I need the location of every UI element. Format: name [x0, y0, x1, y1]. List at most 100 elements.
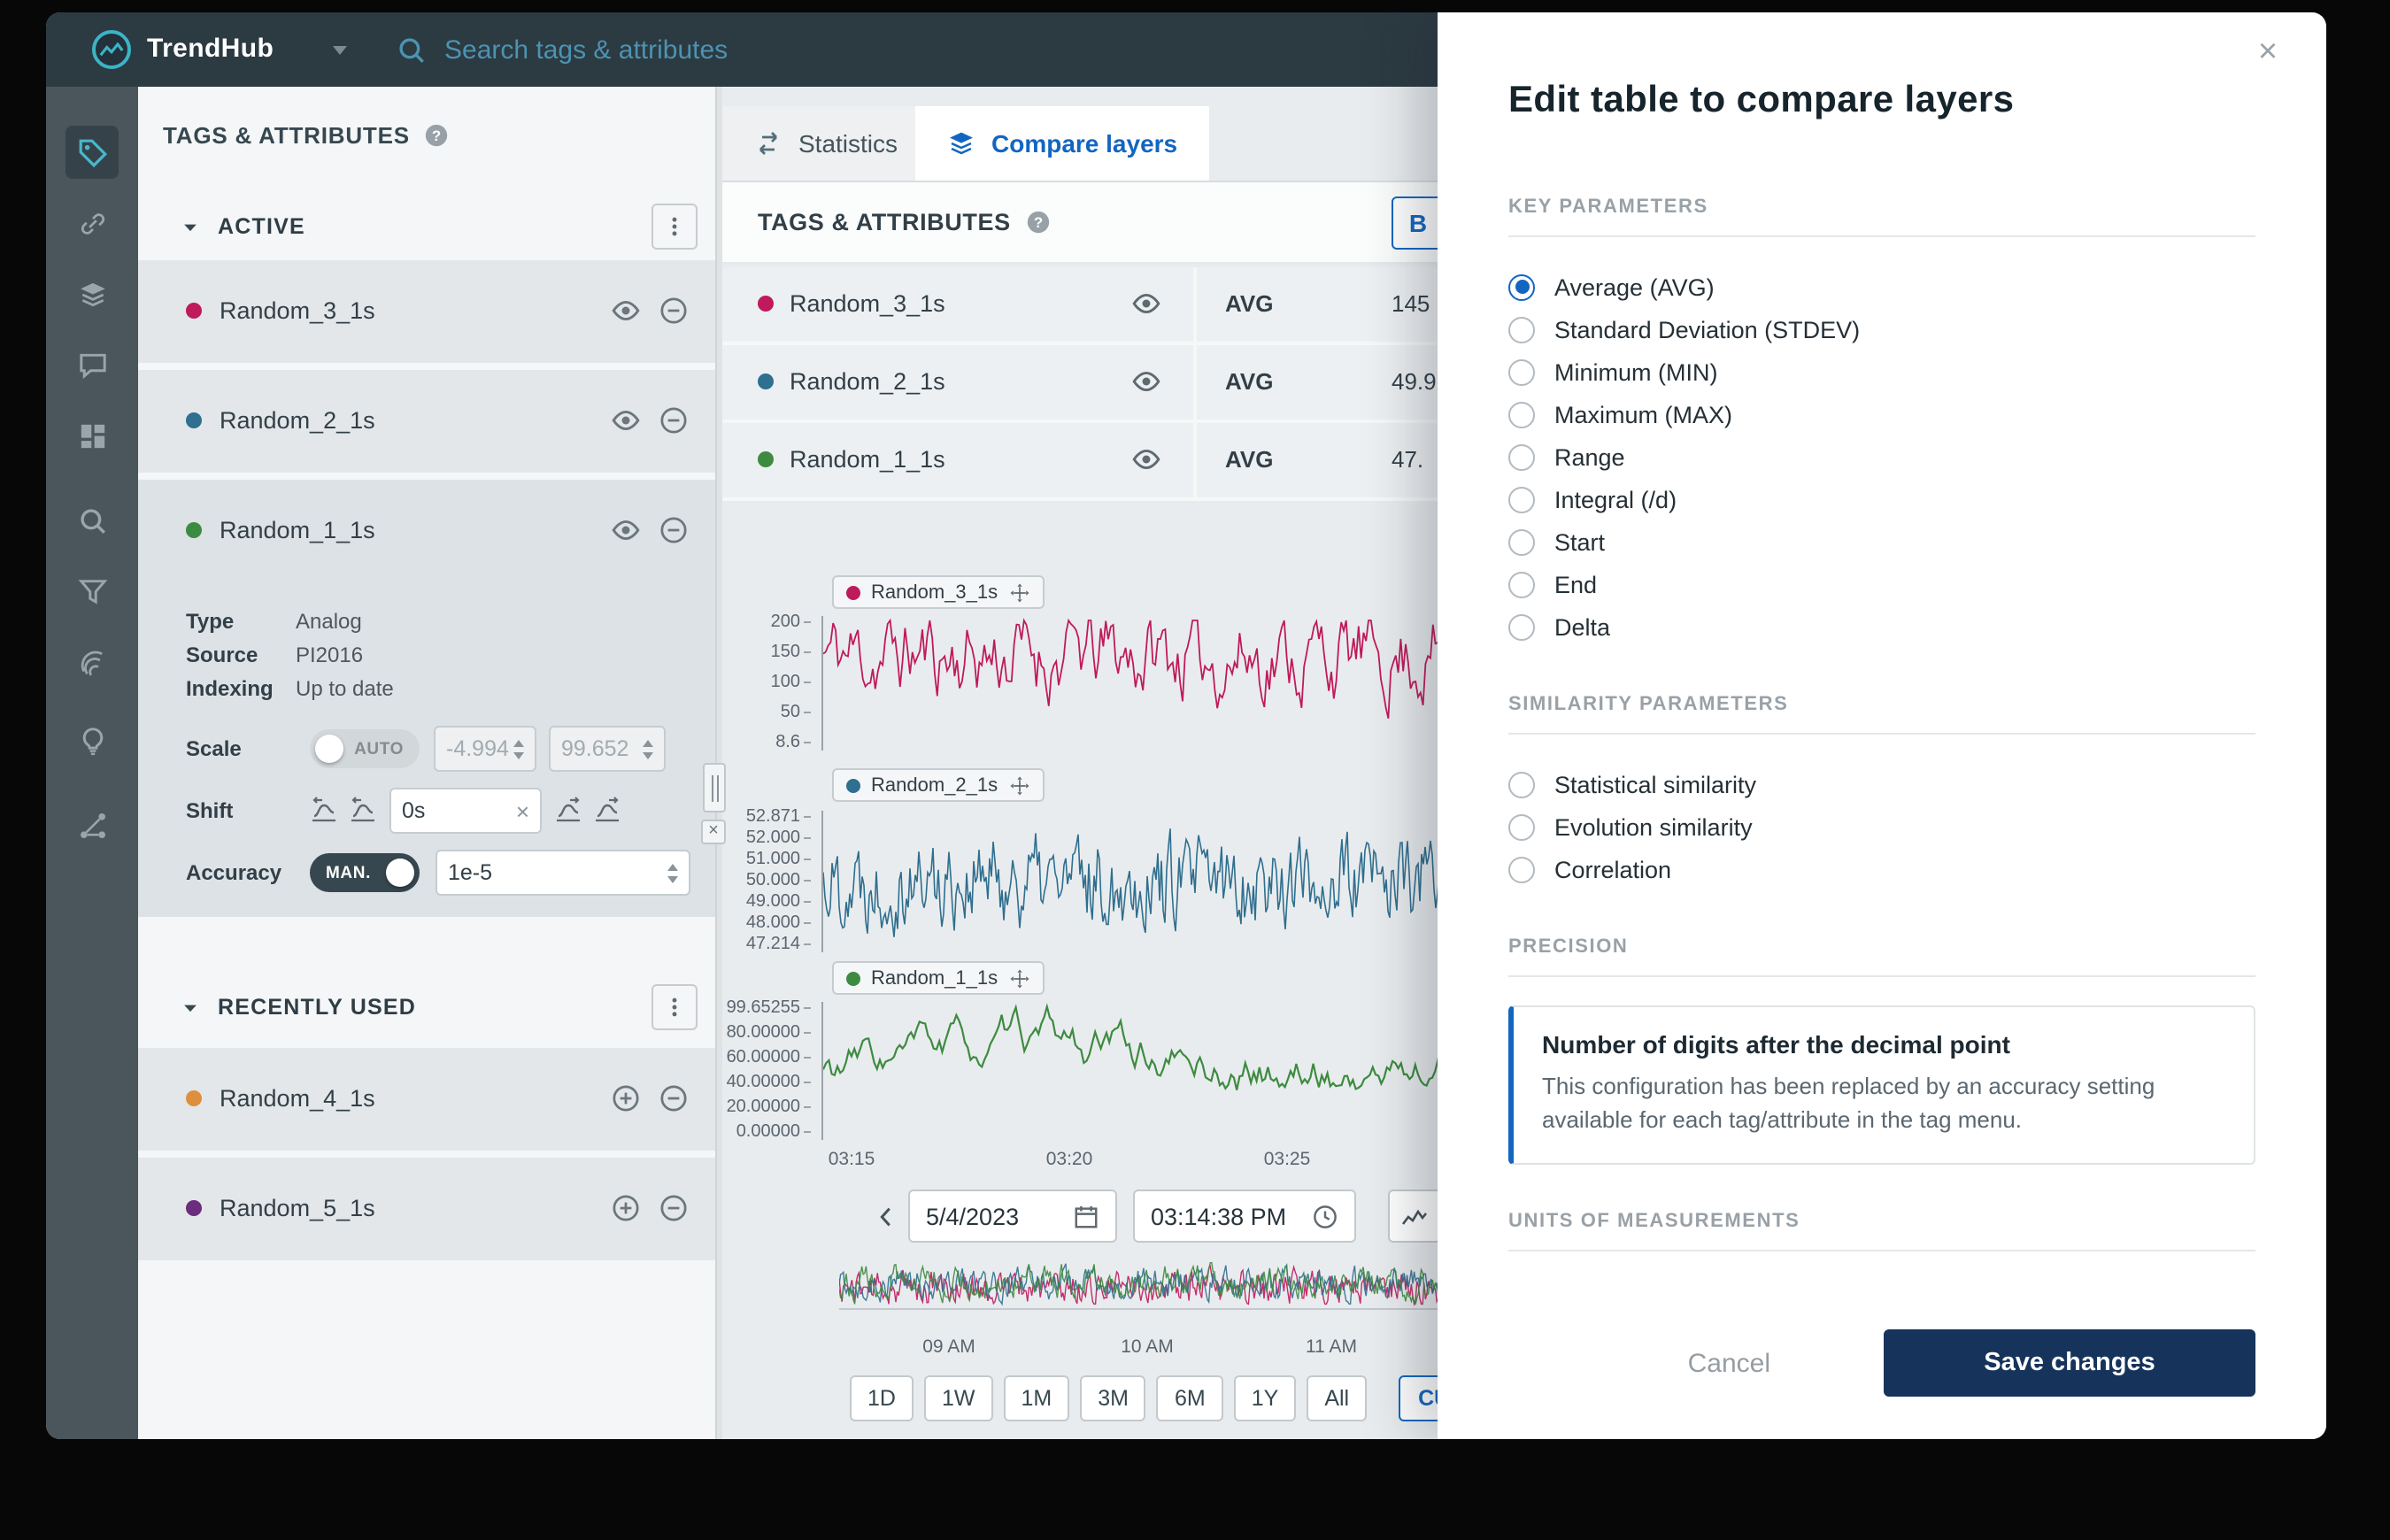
shift-value-input[interactable]: 0s ×: [389, 788, 542, 834]
stepper[interactable]: [667, 863, 678, 882]
move-icon[interactable]: [1008, 774, 1029, 796]
accuracy-manual-toggle[interactable]: MAN.: [310, 853, 420, 892]
step-back-button[interactable]: [864, 1190, 906, 1243]
panel-collapse-button[interactable]: ×: [701, 820, 726, 844]
close-icon[interactable]: ×: [2245, 30, 2291, 76]
tags-nav-icon[interactable]: [66, 126, 119, 179]
remove-tag-icon[interactable]: [659, 1083, 689, 1113]
radio-icon[interactable]: [1508, 358, 1535, 385]
radio-icon[interactable]: [1508, 443, 1535, 470]
add-tag-icon[interactable]: [611, 1083, 641, 1113]
recently-used-section-header[interactable]: RECENTLY USED: [138, 977, 715, 1037]
move-icon[interactable]: [1008, 967, 1029, 989]
scale-min-input[interactable]: -4.994: [434, 726, 536, 772]
layer-b-button[interactable]: B: [1392, 196, 1445, 250]
search-nav-icon[interactable]: [66, 494, 119, 547]
chart-legend-chip[interactable]: Random_2_1s: [832, 768, 1044, 802]
radio-icon[interactable]: [1508, 856, 1535, 882]
stepper[interactable]: [643, 739, 653, 758]
radio-end[interactable]: End: [1508, 563, 2255, 605]
visibility-eye-icon[interactable]: [1131, 289, 1161, 319]
tag-row-random-3[interactable]: Random_3_1s: [138, 260, 715, 363]
disconnect-nav-icon[interactable]: [66, 196, 119, 250]
range-3m-button[interactable]: 3M: [1080, 1375, 1146, 1421]
radio-icon[interactable]: [1508, 401, 1535, 427]
radio-min[interactable]: Minimum (MIN): [1508, 350, 2255, 393]
remove-tag-icon[interactable]: [659, 1193, 689, 1223]
tag-row-random-4[interactable]: Random_4_1s: [138, 1048, 715, 1151]
range-1w-button[interactable]: 1W: [924, 1375, 993, 1421]
fingerprint-nav-icon[interactable]: [66, 635, 119, 689]
trend-mode-button[interactable]: [1388, 1190, 1441, 1243]
radio-stdev[interactable]: Standard Deviation (STDEV): [1508, 308, 2255, 350]
search-input[interactable]: Search tags & attributes: [397, 12, 728, 87]
filter-nav-icon[interactable]: [66, 565, 119, 618]
visibility-eye-icon[interactable]: [611, 515, 641, 545]
radio-icon[interactable]: [1508, 771, 1535, 797]
panel-resize-handle[interactable]: [703, 763, 726, 812]
chart-legend-chip[interactable]: Random_3_1s: [832, 575, 1044, 609]
trend-chart-random-2[interactable]: 52.87152.00051.00050.00049.00048.00047.2…: [722, 809, 1484, 954]
calendar-icon[interactable]: [1073, 1203, 1099, 1229]
radio-delta[interactable]: Delta: [1508, 605, 2255, 648]
radio-range[interactable]: Range: [1508, 435, 2255, 478]
shift-back-icon[interactable]: [310, 797, 338, 825]
radio-start[interactable]: Start: [1508, 520, 2255, 563]
radio-average[interactable]: Average (AVG): [1508, 266, 2255, 308]
radio-icon[interactable]: [1508, 813, 1535, 840]
cancel-button[interactable]: Cancel: [1688, 1348, 1770, 1378]
remove-tag-icon[interactable]: [659, 405, 689, 435]
radio-icon[interactable]: [1508, 613, 1535, 640]
overview-strip[interactable]: [839, 1257, 1462, 1310]
active-section-menu-button[interactable]: [651, 204, 698, 250]
dashboard-nav-icon[interactable]: [66, 409, 119, 462]
shift-forward-small-icon[interactable]: [554, 797, 582, 825]
radio-icon[interactable]: [1508, 528, 1535, 555]
tab-statistics[interactable]: Statistics: [722, 106, 931, 181]
trend-chart-random-1[interactable]: 99.6525580.0000060.0000040.0000020.00000…: [722, 1000, 1484, 1142]
trend-chart-random-3[interactable]: 200150100508.6: [722, 614, 1484, 752]
tag-row-random-5[interactable]: Random_5_1s: [138, 1158, 715, 1260]
help-icon[interactable]: [1025, 209, 1052, 235]
range-1y-button[interactable]: 1Y: [1234, 1375, 1297, 1421]
layers-nav-icon[interactable]: [66, 267, 119, 320]
network-nav-icon[interactable]: [66, 798, 119, 851]
scale-max-input[interactable]: 99.652: [549, 726, 666, 772]
remove-tag-icon[interactable]: [659, 296, 689, 326]
visibility-eye-icon[interactable]: [1131, 444, 1161, 474]
active-section-header[interactable]: ACTIVE: [138, 196, 715, 257]
ideas-nav-icon[interactable]: [66, 713, 119, 766]
help-icon[interactable]: [424, 121, 451, 148]
shift-back-small-icon[interactable]: [349, 797, 377, 825]
tag-row-random-2[interactable]: Random_2_1s: [138, 370, 715, 473]
radio-statistical-similarity[interactable]: Statistical similarity: [1508, 763, 2255, 805]
radio-icon[interactable]: [1508, 273, 1535, 300]
shift-forward-icon[interactable]: [593, 797, 621, 825]
radio-correlation[interactable]: Correlation: [1508, 848, 2255, 890]
range-all-button[interactable]: All: [1307, 1375, 1367, 1421]
radio-integral[interactable]: Integral (/d): [1508, 478, 2255, 520]
range-6m-button[interactable]: 6M: [1157, 1375, 1223, 1421]
move-icon[interactable]: [1008, 581, 1029, 603]
remove-tag-icon[interactable]: [659, 515, 689, 545]
stepper[interactable]: [513, 739, 524, 758]
workspace-chevron-down-icon[interactable]: [333, 46, 347, 55]
recently-used-menu-button[interactable]: [651, 984, 698, 1030]
scale-auto-toggle[interactable]: AUTO: [310, 729, 420, 768]
clear-icon[interactable]: ×: [516, 799, 529, 822]
chart-legend-chip[interactable]: Random_1_1s: [832, 961, 1044, 995]
accuracy-value-input[interactable]: 1e-5: [436, 850, 690, 896]
tag-row-random-1[interactable]: Random_1_1s: [138, 480, 715, 582]
visibility-eye-icon[interactable]: [1131, 366, 1161, 397]
range-1d-button[interactable]: 1D: [850, 1375, 914, 1421]
radio-icon[interactable]: [1508, 486, 1535, 512]
visibility-eye-icon[interactable]: [611, 405, 641, 435]
date-input[interactable]: 5/4/2023: [908, 1190, 1117, 1243]
radio-icon[interactable]: [1508, 571, 1535, 597]
range-1m-button[interactable]: 1M: [1003, 1375, 1069, 1421]
clock-icon[interactable]: [1312, 1203, 1338, 1229]
collapse-chevron-icon[interactable]: [181, 217, 200, 236]
tab-compare-layers[interactable]: Compare layers: [915, 106, 1209, 181]
radio-evolution-similarity[interactable]: Evolution similarity: [1508, 805, 2255, 848]
add-tag-icon[interactable]: [611, 1193, 641, 1223]
